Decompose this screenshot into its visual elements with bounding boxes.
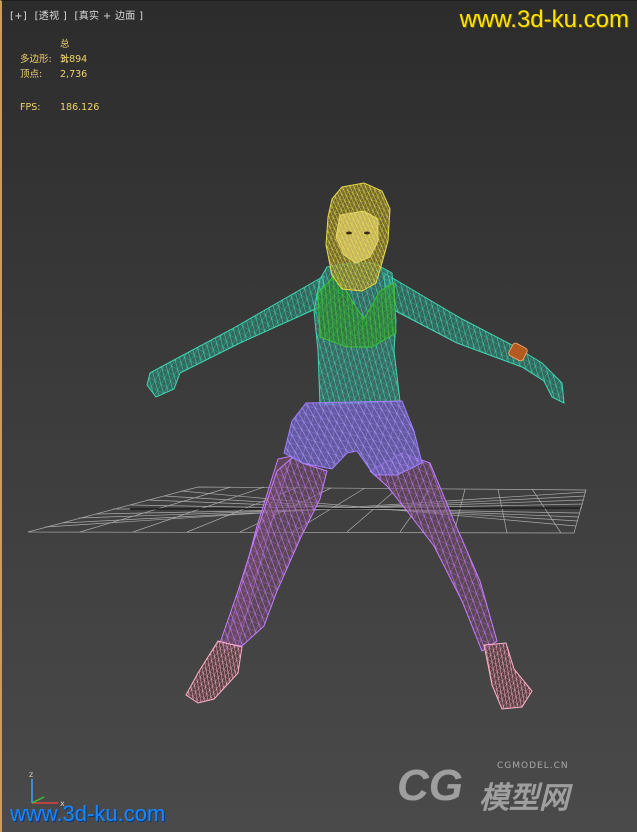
axis-z-label: z [29, 770, 33, 779]
watermark-bottom: www.3d-ku.com [10, 801, 166, 826]
cgmodel-logo: CG CGMODEL.CN 模型网 [397, 761, 637, 821]
cg-logo-mark: CG [397, 761, 463, 810]
cg-logo-cn-text: 模型网 [479, 781, 569, 816]
perspective-viewport[interactable]: [+] [透视 ] [真实 + 边面 ] www.3d-ku.com 总计 多边… [0, 0, 637, 832]
cg-logo-url: CGMODEL.CN [497, 761, 569, 771]
scene-canvas[interactable] [2, 1, 637, 832]
character-legs [219, 452, 498, 652]
character-shoes [185, 640, 533, 710]
character-shorts [283, 400, 423, 476]
character-model[interactable] [146, 182, 565, 710]
